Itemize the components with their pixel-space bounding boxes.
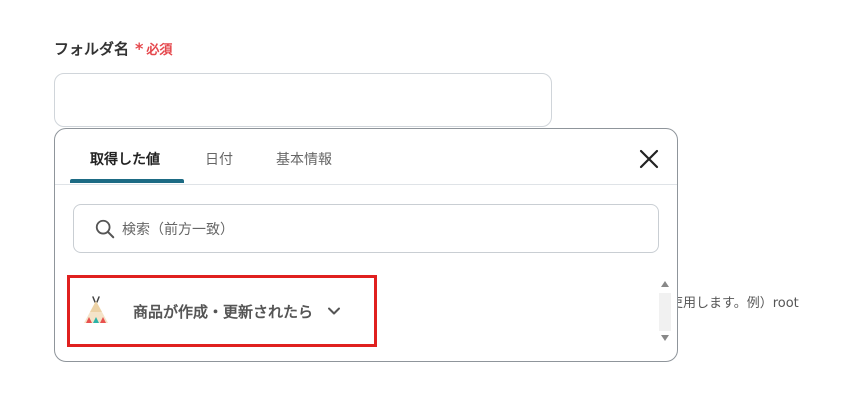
tab-bar: 取得した値 日付 基本情報 bbox=[55, 129, 677, 185]
list-item-trigger-product-updated[interactable]: 商品が作成・更新されたら bbox=[67, 275, 377, 347]
folder-name-input[interactable] bbox=[54, 73, 552, 127]
tab-acquired-values[interactable]: 取得した値 bbox=[90, 149, 160, 169]
search-icon bbox=[95, 219, 115, 238]
value-picker-popup: 取得した値 日付 基本情報 検索（前方一致） 商品が作成・更新されたら bbox=[54, 128, 678, 362]
scroll-down-arrow-icon[interactable] bbox=[660, 333, 670, 343]
active-tab-indicator bbox=[70, 179, 184, 183]
field-label: フォルダ名 bbox=[54, 40, 130, 58]
required-asterisk: * bbox=[135, 39, 144, 58]
scroll-up-arrow-icon[interactable] bbox=[660, 279, 670, 289]
tab-date[interactable]: 日付 bbox=[205, 149, 233, 169]
chevron-down-icon[interactable] bbox=[327, 304, 341, 318]
scrollbar-track[interactable] bbox=[659, 293, 671, 331]
field-label-group: フォルダ名 * 必須 bbox=[54, 38, 172, 59]
tab-basic-info[interactable]: 基本情報 bbox=[276, 149, 332, 169]
search-input[interactable]: 検索（前方一致） bbox=[73, 204, 659, 253]
required-badge: 必須 bbox=[146, 43, 173, 58]
list-item-label: 商品が作成・更新されたら bbox=[133, 302, 314, 321]
search-placeholder: 検索（前方一致） bbox=[122, 221, 234, 238]
teepee-app-icon bbox=[84, 296, 108, 323]
close-icon[interactable] bbox=[637, 147, 661, 171]
background-hint-text: 吏用します。例）root bbox=[670, 296, 799, 311]
scrollbar[interactable] bbox=[655, 277, 675, 347]
